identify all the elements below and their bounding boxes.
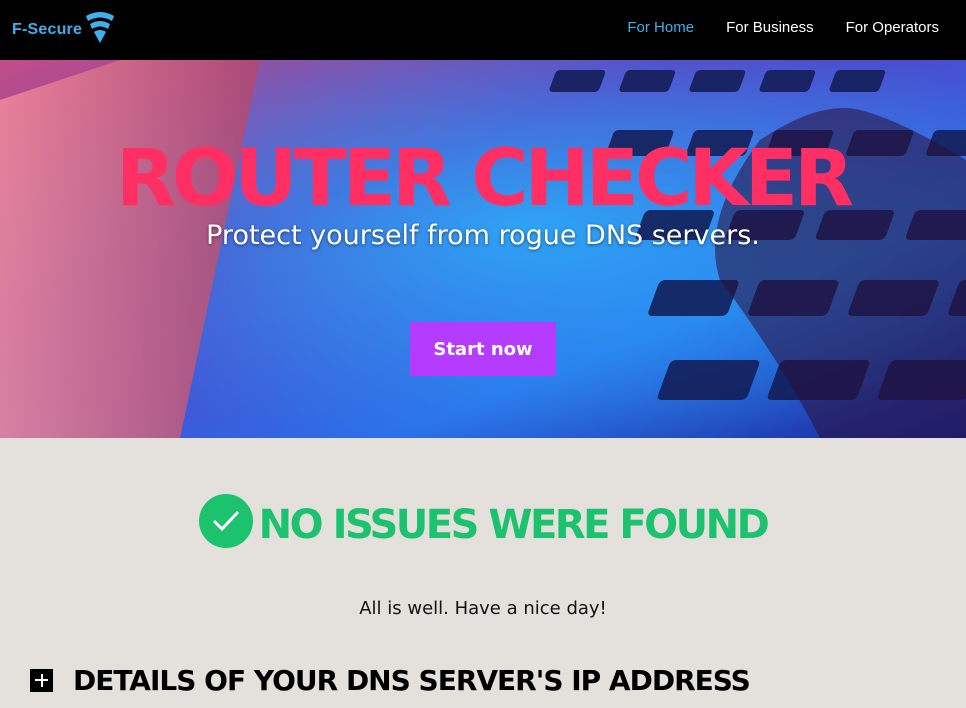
main-nav: For Home For Business For Operators [627, 0, 939, 54]
checkmark-circle-icon [198, 494, 253, 548]
hero-banner: ROUTER CHECKER Protect yourself from rog… [0, 60, 966, 438]
details-title: DETAILS OF YOUR DNS SERVER'S IP ADDRESS [73, 663, 751, 697]
nav-for-home[interactable]: For Home [627, 19, 694, 36]
hero-title: ROUTER CHECKER [115, 134, 854, 224]
start-now-button[interactable]: Start now [410, 322, 556, 376]
scan-result: NO ISSUES WERE FOUND [0, 490, 966, 560]
logo-text: F-Secure [12, 21, 83, 38]
nav-for-business[interactable]: For Business [726, 19, 814, 36]
result-title: NO ISSUES WERE FOUND [258, 502, 770, 548]
fsecure-logo[interactable]: F-Secure [12, 12, 116, 48]
hero-subtitle: Protect yourself from rogue DNS servers. [206, 220, 760, 251]
fsecure-wifi-shield-icon [86, 12, 115, 43]
plus-icon[interactable] [30, 668, 53, 692]
top-navigation-bar: F-Secure For Home For Business For Opera… [0, 0, 966, 60]
dns-details-toggle[interactable]: DETAILS OF YOUR DNS SERVER'S IP ADDRESS [30, 660, 751, 700]
nav-for-operators[interactable]: For Operators [846, 19, 939, 36]
result-message: All is well. Have a nice day! [359, 598, 607, 619]
